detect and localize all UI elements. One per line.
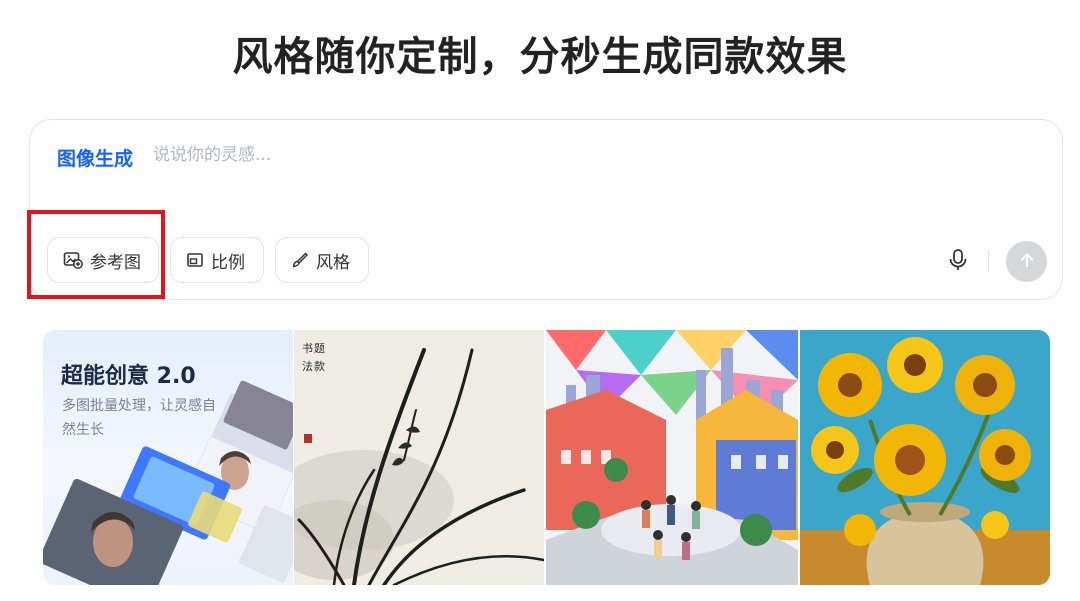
ratio-button[interactable]: 比例 <box>170 237 264 283</box>
arrow-up-icon <box>1018 251 1036 273</box>
page-headline: 风格随你定制，分秒生成同款效果 <box>232 34 848 80</box>
toolbar-divider <box>988 250 989 272</box>
sunflowers-image <box>800 330 1050 585</box>
send-button[interactable] <box>1006 241 1047 282</box>
ink-orchid-image: 书 法 题 款 <box>294 330 544 585</box>
svg-text:法: 法 <box>302 359 313 373</box>
rooftop-party-image <box>546 330 798 585</box>
style-label: 风格 <box>316 252 350 273</box>
ratio-label: 比例 <box>211 252 245 273</box>
promo-card[interactable]: 超能创意 2.0 多图批量处理，让灵感自然生长 <box>43 330 293 585</box>
svg-text:款: 款 <box>314 359 325 373</box>
prompt-input[interactable] <box>153 140 853 170</box>
mode-label-image-generation[interactable]: 图像生成 <box>57 144 133 171</box>
colorful-rooftop-party[interactable] <box>546 330 798 585</box>
prompt-composer: 图像生成 参考图 比例 风格 <box>29 119 1063 300</box>
aspect-ratio-icon <box>186 251 204 269</box>
microphone-icon[interactable] <box>945 247 971 273</box>
style-button[interactable]: 风格 <box>275 237 369 283</box>
brush-icon <box>291 251 309 269</box>
svg-text:题: 题 <box>314 342 325 355</box>
inspiration-gallery: 超能创意 2.0 多图批量处理，让灵感自然生长 书 法 题 款 <box>43 330 1050 585</box>
ink-orchid-painting[interactable]: 书 法 题 款 <box>294 330 544 585</box>
reference-image-label: 参考图 <box>90 252 141 273</box>
promo-collage-image <box>43 380 293 585</box>
reference-image-button[interactable]: 参考图 <box>47 237 159 283</box>
sunflowers-oil-painting[interactable] <box>800 330 1050 585</box>
svg-text:书: 书 <box>302 342 313 355</box>
image-add-icon <box>63 251 83 269</box>
